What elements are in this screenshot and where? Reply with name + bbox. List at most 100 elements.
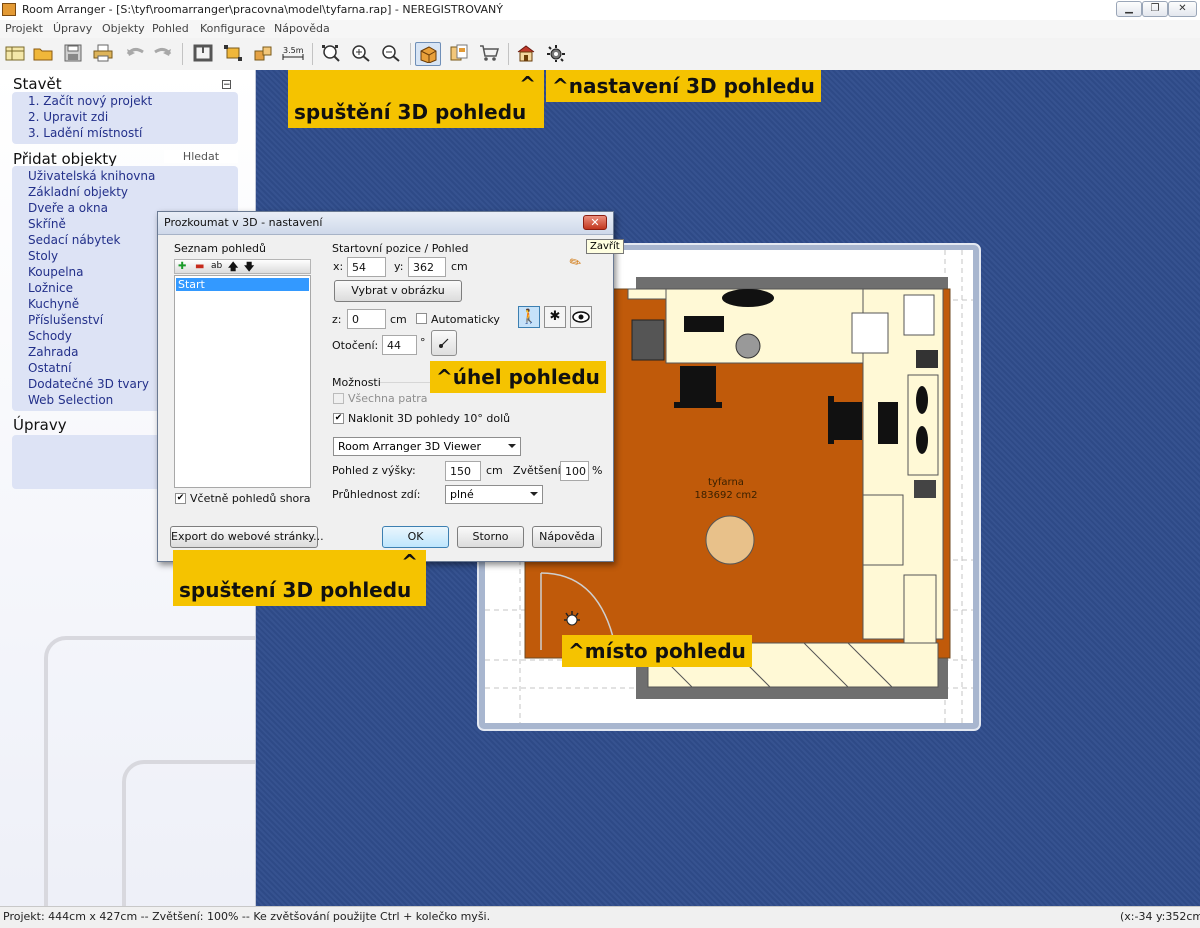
menu-objekty[interactable]: Objekty xyxy=(102,22,145,35)
svg-text:3.5m: 3.5m xyxy=(283,46,304,55)
sidebar-item-bathroom[interactable]: Koupelna xyxy=(28,265,84,279)
close-tooltip: Zavřít xyxy=(586,239,624,254)
save-icon[interactable] xyxy=(60,42,86,66)
redo-icon[interactable] xyxy=(150,42,176,66)
add-icon[interactable]: ✚ xyxy=(178,261,186,272)
xy-unit: cm xyxy=(451,260,468,273)
rotation-dial[interactable] xyxy=(431,330,457,356)
transparency-select[interactable]: plné xyxy=(445,485,543,504)
sidebar-item-seating[interactable]: Sedací nábytek xyxy=(28,233,120,247)
undo-icon[interactable] xyxy=(122,42,148,66)
pencil-icon[interactable]: ✎ xyxy=(567,253,585,273)
views-list-item[interactable]: Start xyxy=(176,278,309,291)
rename-icon[interactable]: ab xyxy=(211,261,222,271)
pick-in-image-button[interactable]: Vybrat v obrázku xyxy=(334,280,462,302)
height-unit: cm xyxy=(486,464,503,477)
boxes-icon[interactable] xyxy=(250,42,276,66)
z-input[interactable]: 0 xyxy=(347,309,386,329)
app-icon xyxy=(2,3,16,16)
all-floors-label: Všechna patra xyxy=(348,392,428,405)
print-icon[interactable] xyxy=(90,42,116,66)
sidebar-item-doors-windows[interactable]: Dveře a okna xyxy=(28,201,108,215)
zoom-out-icon[interactable] xyxy=(378,42,404,66)
remove-icon[interactable]: ▬ xyxy=(195,261,204,272)
sidebar-item-stairs[interactable]: Schody xyxy=(28,329,72,343)
view-3d-icon[interactable] xyxy=(415,42,441,66)
resize-icon[interactable] xyxy=(220,42,246,66)
annotation-3d-settings: ^nastavení 3D pohledu xyxy=(546,70,821,102)
restore-button[interactable]: ❐ xyxy=(1142,1,1168,17)
walls-icon[interactable] xyxy=(190,42,216,66)
status-bar: Projekt: 444cm x 427cm -- Zvětšení: 100%… xyxy=(0,906,1200,928)
room-name: tyfarna xyxy=(708,477,744,488)
y-input[interactable]: 362 xyxy=(408,257,446,277)
sidebar-item-tables[interactable]: Stoly xyxy=(28,249,58,263)
close-button[interactable]: ✕ xyxy=(1168,1,1197,17)
height-input[interactable]: 150 xyxy=(445,461,481,481)
ok-button[interactable]: OK xyxy=(382,526,449,548)
menu-projekt[interactable]: Projekt xyxy=(5,22,43,35)
toolbar-separator xyxy=(410,43,411,65)
house-3d-icon[interactable] xyxy=(513,42,539,66)
sidebar-item-other[interactable]: Ostatní xyxy=(28,361,71,375)
sidebar-item-accessories[interactable]: Příslušenství xyxy=(28,313,103,327)
z-label: z: xyxy=(332,313,342,326)
x-input[interactable]: 54 xyxy=(347,257,386,277)
sidebar-item-web-selection[interactable]: Web Selection xyxy=(28,393,113,407)
measure-icon[interactable]: 3.5m xyxy=(280,42,306,66)
views-list[interactable] xyxy=(174,275,311,488)
rotation-input[interactable]: 44 xyxy=(382,335,417,355)
export-web-button[interactable]: Export do webové stránky... xyxy=(170,526,324,548)
menu-konfigurace[interactable]: Konfigurace xyxy=(200,22,265,35)
zoom-fit-icon[interactable] xyxy=(318,42,344,66)
menu-napoveda[interactable]: Nápověda xyxy=(274,22,330,35)
chair-base xyxy=(828,396,834,444)
sidebar-item-user-library[interactable]: Uživatelská knihovna xyxy=(28,169,155,183)
rotation-unit: ° xyxy=(420,336,426,349)
trash-bin xyxy=(735,333,761,359)
chair xyxy=(680,366,716,402)
look-icon[interactable] xyxy=(570,306,592,328)
sidebar-item-garden[interactable]: Zahrada xyxy=(28,345,78,359)
shopping-cart-icon[interactable] xyxy=(476,42,502,66)
room-area: 183692 cm2 xyxy=(695,490,758,501)
open-folder-icon[interactable] xyxy=(30,42,56,66)
include-top-views-label: Včetně pohledů shora xyxy=(190,492,311,505)
menu-upravy[interactable]: Úpravy xyxy=(53,22,92,35)
sidebar-item-edit-walls[interactable]: 2. Upravit zdi xyxy=(28,110,108,124)
cursor-coordinates: (x:-34 y:352cm) xyxy=(1120,910,1200,923)
sidebar-item-extra-3d-shapes[interactable]: Dodatečné 3D tvary xyxy=(28,377,149,391)
rotation-label: Otočení: xyxy=(332,339,379,352)
sidebar-item-basic-objects[interactable]: Základní objekty xyxy=(28,185,128,199)
sidebar-item-kitchen[interactable]: Kuchyně xyxy=(28,297,79,311)
box xyxy=(903,294,935,336)
viewer-select[interactable]: Room Arranger 3D Viewer xyxy=(333,437,521,456)
minimize-button[interactable]: ▁ xyxy=(1116,1,1142,17)
zoom-input[interactable]: 100 xyxy=(560,461,589,481)
annotation-view-angle: ^úhel pohledu xyxy=(430,361,606,393)
round-table xyxy=(705,515,755,565)
catalog-icon[interactable] xyxy=(446,42,472,66)
all-floors-checkbox[interactable] xyxy=(333,393,344,404)
walk-icon[interactable]: 🚶 xyxy=(518,306,540,328)
sidebar-item-tune-rooms[interactable]: 3. Ladění místností xyxy=(28,126,142,140)
help-button[interactable]: Nápověda xyxy=(532,526,602,548)
auto-checkbox[interactable] xyxy=(416,313,427,324)
zoom-in-icon[interactable] xyxy=(348,42,374,66)
auto-label: Automaticky xyxy=(431,313,500,326)
start-position-label: Startovní pozice / Pohled xyxy=(332,242,469,255)
include-top-views-checkbox[interactable]: ✔ xyxy=(175,493,186,504)
search-link[interactable]: Hledat xyxy=(164,150,238,163)
dialog-close-button[interactable]: ✕ xyxy=(583,215,607,230)
fly-icon[interactable]: ✱ xyxy=(544,306,566,328)
sidebar-item-bedroom[interactable]: Ložnice xyxy=(28,281,73,295)
sidebar-item-new-project[interactable]: 1. Začít nový projekt xyxy=(28,94,152,108)
decorative-outline xyxy=(122,760,255,906)
settings-3d-icon[interactable] xyxy=(543,42,569,66)
tilt-checkbox[interactable]: ✔ xyxy=(333,413,344,424)
new-project-icon[interactable] xyxy=(2,42,28,66)
collapse-toggle[interactable]: − xyxy=(222,80,231,90)
sidebar-item-cabinets[interactable]: Skříně xyxy=(28,217,66,231)
menu-pohled[interactable]: Pohled xyxy=(152,22,189,35)
cancel-button[interactable]: Storno xyxy=(457,526,524,548)
